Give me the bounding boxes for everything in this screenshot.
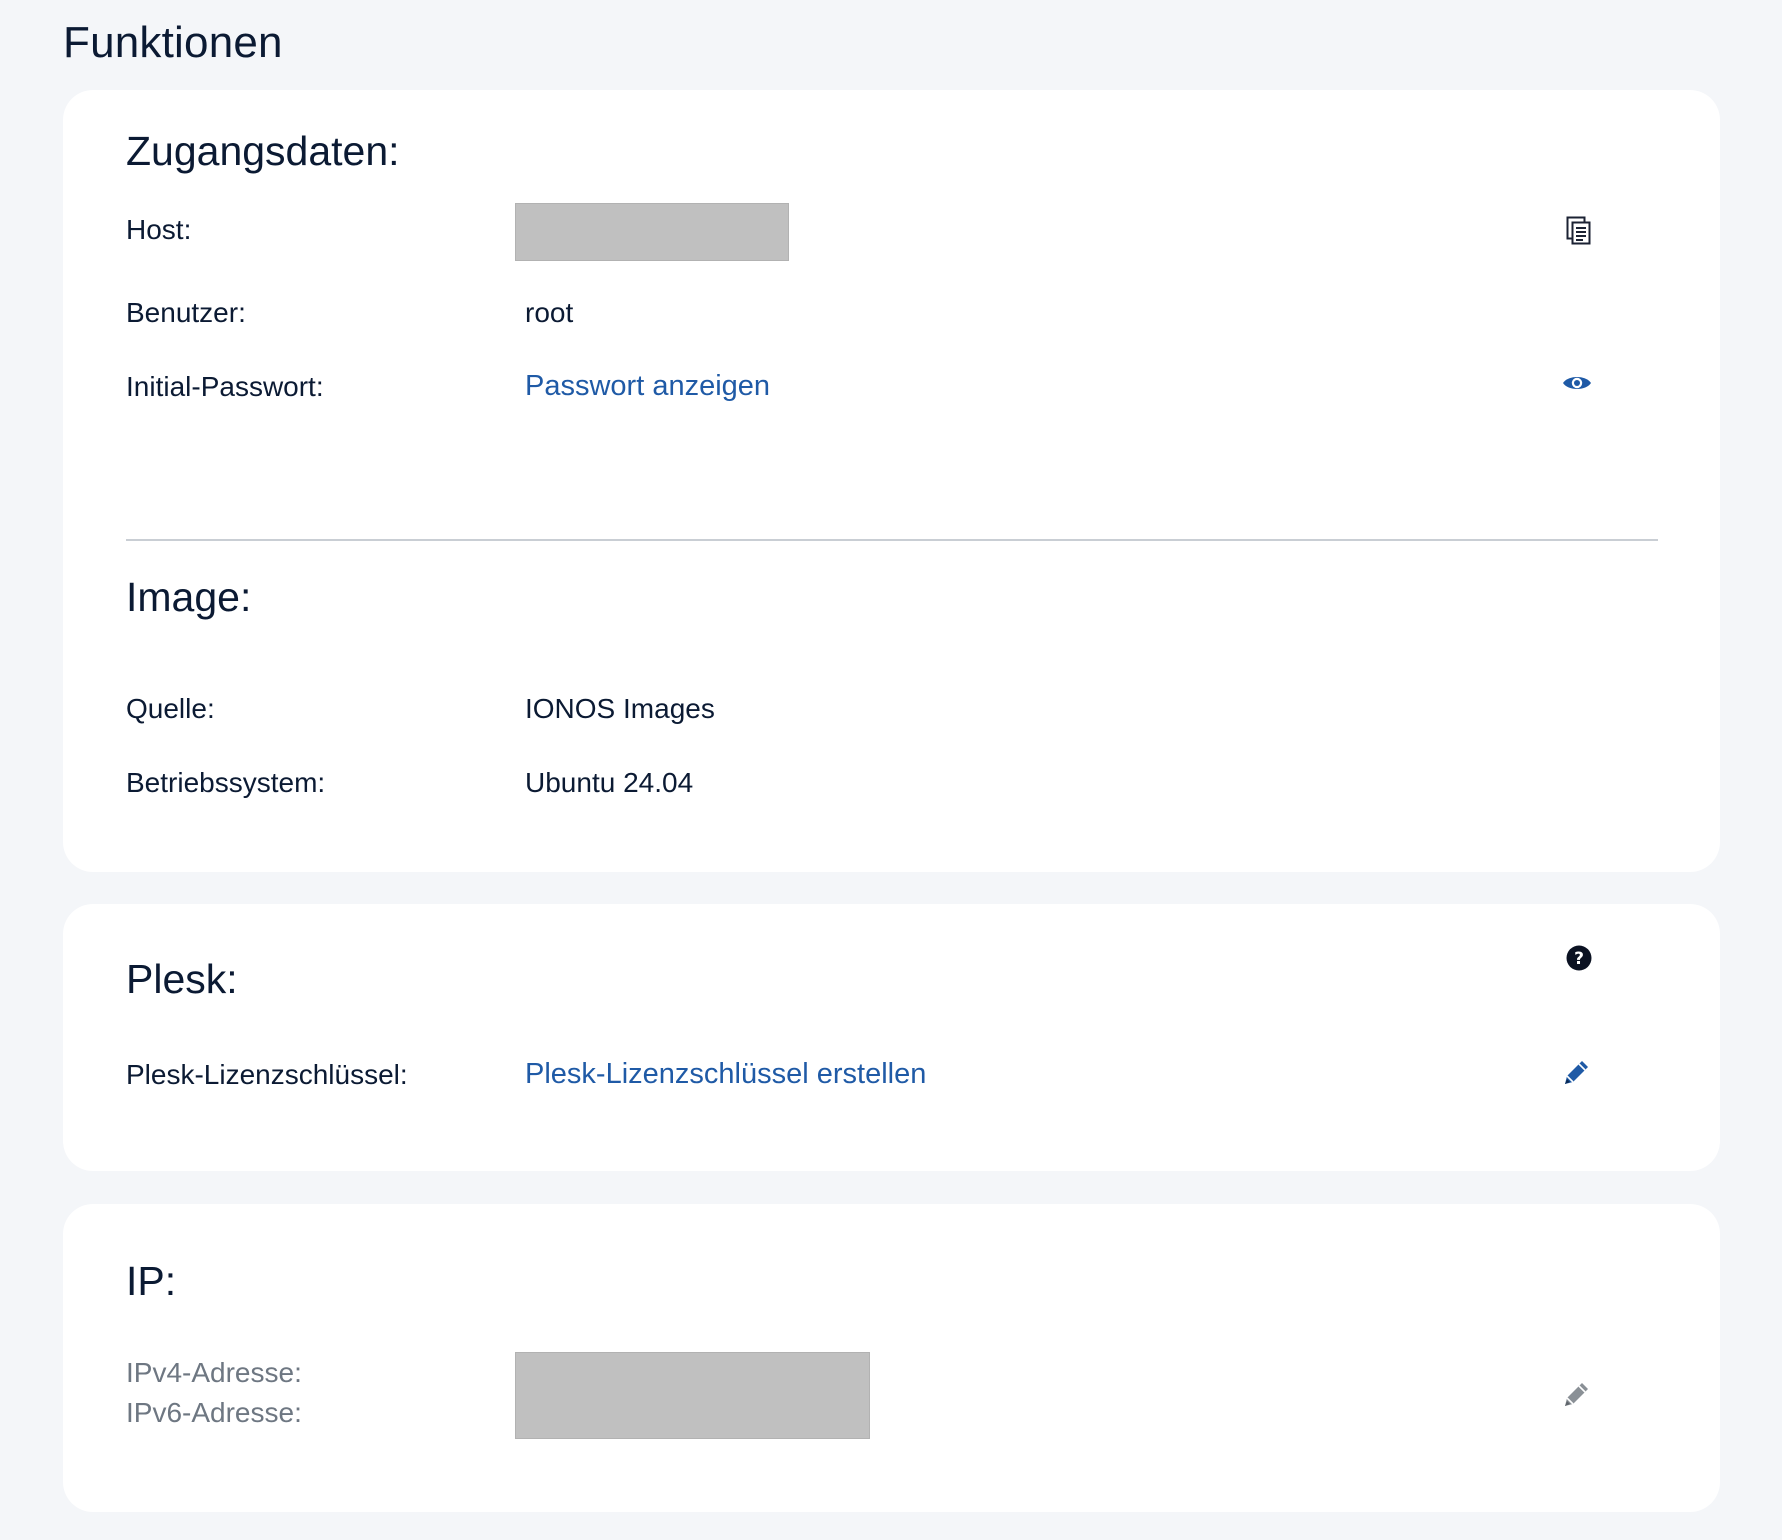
eye-icon [1563, 377, 1591, 389]
pencil-icon [1565, 1383, 1588, 1406]
question-circle-icon: ? [1566, 945, 1592, 971]
ip-card: IP: IPv4-Adresse: IPv6-Adresse: [63, 1204, 1720, 1512]
ip-edit-button[interactable] [1560, 1377, 1594, 1411]
access-image-card: Zugangsdaten: Host: Benutzer: root Initi… [63, 90, 1720, 872]
os-label: Betriebssystem: [126, 767, 326, 798]
os-value: Ubuntu 24.04 [525, 767, 694, 798]
copy-icon [1566, 216, 1591, 245]
plesk-help-button[interactable]: ? [1562, 941, 1596, 975]
svg-text:?: ? [1574, 949, 1584, 969]
user-value: root [525, 297, 574, 328]
ip-section-title: IP: [126, 1258, 177, 1304]
pencil-icon [1565, 1061, 1588, 1084]
ipv6-label: IPv6-Adresse: [126, 1397, 302, 1428]
user-label: Benutzer: [126, 297, 246, 328]
ipv4-label: IPv4-Adresse: [126, 1357, 302, 1388]
show-password-link[interactable]: Passwort anzeigen [525, 370, 770, 403]
section-divider [126, 539, 1658, 541]
create-plesk-license-link[interactable]: Plesk-Lizenzschlüssel erstellen [525, 1058, 926, 1091]
image-section-title: Image: [126, 574, 252, 620]
plesk-edit-button[interactable] [1560, 1055, 1594, 1089]
source-label: Quelle: [126, 693, 215, 724]
host-value-redacted [515, 203, 789, 261]
plesk-license-label: Plesk-Lizenzschlüssel: [126, 1059, 408, 1090]
source-value: IONOS Images [525, 693, 715, 724]
plesk-section-title: Plesk: [126, 956, 238, 1002]
password-label: Initial-Passwort: [126, 371, 324, 402]
ip-values-redacted [515, 1352, 870, 1439]
copy-host-button[interactable] [1562, 214, 1596, 248]
host-label: Host: [126, 214, 192, 245]
plesk-card: Plesk: ? Plesk-Lizenzschlüssel: Plesk-Li… [63, 904, 1720, 1171]
show-password-button[interactable] [1560, 366, 1594, 400]
access-section-title: Zugangsdaten: [126, 128, 400, 174]
page-title: Funktionen [63, 18, 283, 67]
